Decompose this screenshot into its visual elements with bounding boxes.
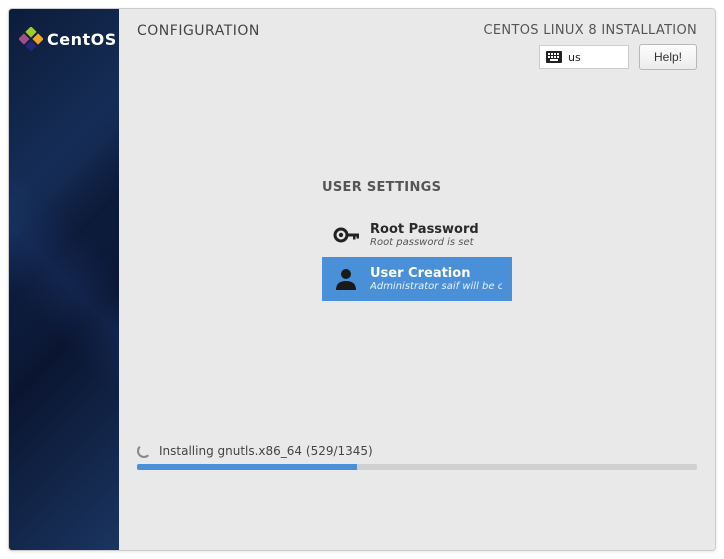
help-button[interactable]: Help! xyxy=(639,44,697,70)
progress-text: Installing gnutls.x86_64 (529/1345) xyxy=(159,444,373,458)
page-title: CONFIGURATION xyxy=(137,23,260,39)
keyboard-indicator[interactable]: us xyxy=(539,45,629,69)
section-title: USER SETTINGS xyxy=(322,180,512,195)
user-creation-spoke[interactable]: User Creation Administrator saif will be… xyxy=(322,257,512,301)
root-password-subtitle: Root password is set xyxy=(370,237,502,248)
progress-fill xyxy=(137,464,357,470)
root-password-spoke[interactable]: Root Password Root password is set xyxy=(322,213,512,257)
key-icon xyxy=(332,221,360,249)
header-right: CENTOS LINUX 8 INSTALLATION xyxy=(484,23,697,70)
header: CONFIGURATION CENTOS LINUX 8 INSTALLATIO… xyxy=(119,9,715,70)
user-creation-text: User Creation Administrator saif will be… xyxy=(370,266,502,292)
root-password-text: Root Password Root password is set xyxy=(370,222,502,248)
content-area: USER SETTINGS Root Password Root passwor… xyxy=(119,70,715,550)
user-creation-title: User Creation xyxy=(370,266,502,281)
user-creation-subtitle: Administrator saif will be created xyxy=(370,281,502,292)
progress-area: Installing gnutls.x86_64 (529/1345) xyxy=(137,444,697,470)
centos-logo-icon xyxy=(19,27,43,51)
progress-bar xyxy=(137,464,697,470)
spinner-icon xyxy=(137,444,151,458)
installer-window: CentOS CONFIGURATION CENTOS LINUX 8 INST… xyxy=(8,8,716,551)
brand-name: CentOS xyxy=(47,30,117,49)
brand-logo: CentOS xyxy=(19,27,117,51)
brand-sidebar: CentOS xyxy=(9,9,119,550)
user-icon xyxy=(332,265,360,293)
main-panel: CONFIGURATION CENTOS LINUX 8 INSTALLATIO… xyxy=(119,9,715,550)
keyboard-icon xyxy=(546,51,562,63)
top-controls: us Help! xyxy=(484,44,697,70)
root-password-title: Root Password xyxy=(370,222,502,237)
progress-row: Installing gnutls.x86_64 (529/1345) xyxy=(137,444,697,458)
keyboard-layout-label: us xyxy=(568,51,581,64)
installer-title: CENTOS LINUX 8 INSTALLATION xyxy=(484,23,697,38)
